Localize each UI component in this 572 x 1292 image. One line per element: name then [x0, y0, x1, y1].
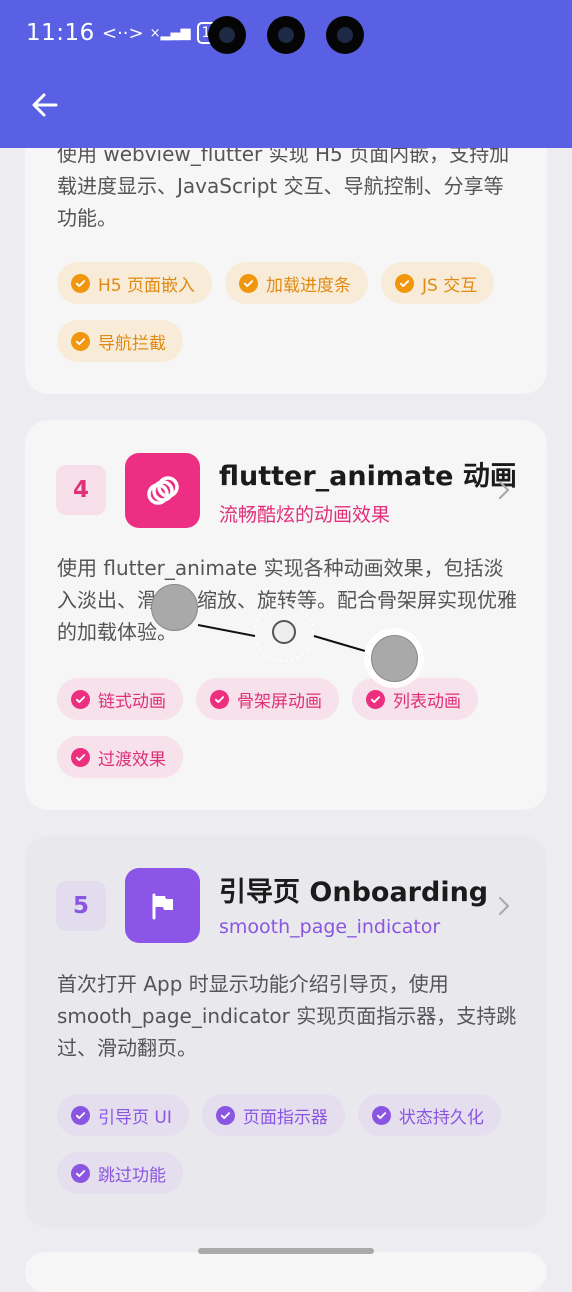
feature-chips: 引导页 UI 页面指示器 状态持久化 跳过功能: [57, 1094, 527, 1194]
card-number: 5: [56, 881, 106, 931]
feature-chips: H5 页面嵌入 加载进度条 JS 交互 导航拦截: [57, 262, 527, 362]
chip: 导航拦截: [57, 320, 183, 362]
feature-card-onboarding[interactable]: 5 引导页 Onboarding smooth_page_indicator 首…: [25, 836, 547, 1228]
check-circle-icon: [71, 747, 90, 767]
rings-icon: [125, 453, 200, 528]
chip-label: 导航拦截: [98, 333, 166, 354]
chip: 加载进度条: [225, 262, 369, 304]
content-list[interactable]: 使用 webview_flutter 实现 H5 页面内嵌，支持加载进度显示、J…: [0, 0, 572, 1292]
card-title: flutter_animate 动画: [219, 461, 517, 492]
check-circle-icon: [71, 273, 90, 293]
check-circle-icon: [71, 331, 90, 351]
camera-icon: [326, 16, 364, 54]
card-description: 首次打开 App 时显示功能介绍引导页，使用 smooth_page_indic…: [57, 972, 517, 1060]
chip-label: JS 交互: [422, 275, 478, 296]
back-arrow-icon[interactable]: [28, 88, 62, 122]
card-subtitle: 流畅酷炫的动画效果: [219, 504, 391, 526]
camera-icon: [208, 16, 246, 54]
flag-icon: [125, 868, 200, 943]
network-icon: <··>: [102, 22, 144, 44]
check-circle-icon: [371, 1105, 391, 1125]
home-indicator[interactable]: [198, 1248, 374, 1254]
chevron-right-icon: [498, 480, 510, 500]
chip: 页面指示器: [201, 1094, 345, 1136]
chip: 骨架屏动画: [196, 678, 339, 720]
chip-label: 骨架屏动画: [237, 691, 322, 712]
chip-label: 加载进度条: [266, 275, 352, 296]
feature-card-next[interactable]: [25, 1252, 547, 1292]
chip-label: 页面指示器: [242, 1107, 328, 1128]
chip: 状态持久化: [357, 1094, 501, 1136]
card-description: 使用 flutter_animate 实现各种动画效果，包括淡入淡出、滑动、缩放…: [57, 556, 517, 644]
chip-label: 链式动画: [98, 691, 166, 712]
card-description: 使用 webview_flutter 实现 H5 页面内嵌，支持加载进度显示、J…: [57, 142, 510, 230]
chip: 链式动画: [57, 678, 183, 720]
signal-icon: ×▂▄▆: [149, 25, 191, 41]
check-circle-icon: [395, 273, 415, 293]
chip-label: 跳过功能: [98, 1165, 166, 1186]
chip-label: H5 页面嵌入: [98, 275, 196, 296]
chip-label: 引导页 UI: [98, 1107, 172, 1128]
card-number: 4: [56, 465, 106, 515]
app-bar: 11:16 <··> ×▂▄▆ 100: [0, 0, 572, 148]
chip-label: 列表动画: [393, 691, 461, 712]
check-circle-icon: [215, 1105, 235, 1125]
card-subtitle: smooth_page_indicator: [219, 916, 441, 938]
card-title: 引导页 Onboarding: [219, 877, 489, 908]
chip-label: 过渡效果: [98, 749, 166, 770]
camera-icon: [267, 16, 305, 54]
touch-point-end: [371, 635, 418, 682]
feature-chips: 链式动画 骨架屏动画 列表动画 过渡效果: [57, 678, 527, 778]
check-circle-icon: [71, 689, 90, 709]
chip: 列表动画: [352, 678, 478, 720]
chip: 引导页 UI: [57, 1094, 189, 1136]
check-circle-icon: [71, 1105, 90, 1125]
chip: H5 页面嵌入: [57, 262, 213, 304]
check-circle-icon: [239, 273, 259, 293]
feature-card-animate[interactable]: 4 flutter_animate 动画 流畅酷炫的动画效果 使用 flutte…: [25, 420, 547, 810]
chip: JS 交互: [381, 262, 495, 304]
chip: 跳过功能: [57, 1152, 183, 1194]
chip-label: 状态持久化: [398, 1107, 484, 1128]
check-circle-icon: [71, 1163, 90, 1183]
status-time: 11:16: [26, 20, 95, 46]
chip: 过渡效果: [57, 736, 183, 778]
touch-point-start: [151, 584, 198, 631]
check-circle-icon: [210, 689, 229, 709]
chevron-right-icon: [498, 896, 510, 916]
check-circle-icon: [366, 689, 385, 709]
